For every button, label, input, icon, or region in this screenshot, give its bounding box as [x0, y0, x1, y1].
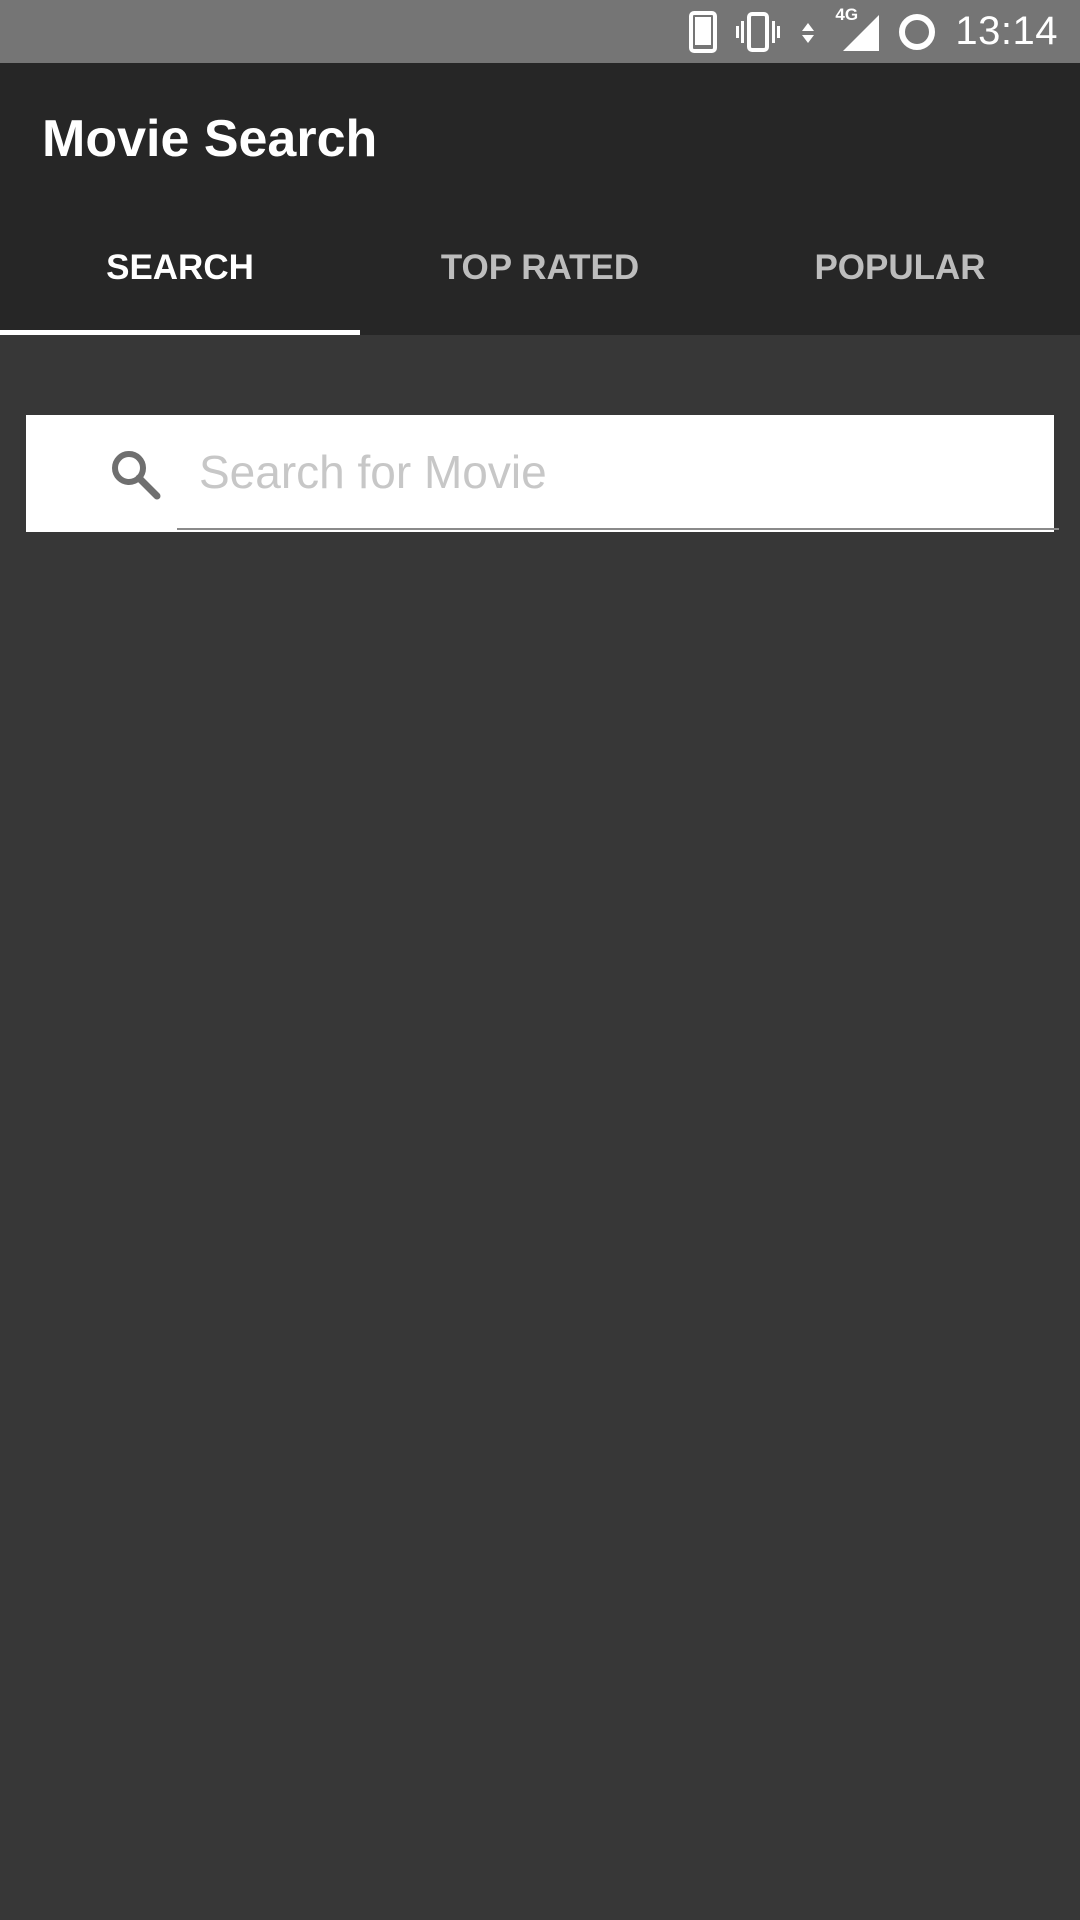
- page-title: Movie Search: [42, 110, 378, 168]
- tab-top-rated[interactable]: TOP RATED: [360, 200, 720, 335]
- phone-icon: [689, 10, 718, 53]
- search-page-content: [0, 335, 1080, 1920]
- status-icons: 4G 13:14: [689, 0, 1058, 63]
- clock: 13:14: [955, 9, 1058, 53]
- tab-search[interactable]: SEARCH: [0, 200, 360, 335]
- signal-icon: 4G: [835, 5, 880, 53]
- search-input-underline: [177, 528, 1059, 530]
- sync-icon: [897, 12, 937, 52]
- vibrate-icon: [735, 11, 781, 53]
- tab-popular[interactable]: POPULAR: [720, 200, 1080, 335]
- status-bar: 4G 13:14: [0, 0, 1080, 63]
- app-bar: Movie Search SEARCH TOP RATED POPULAR: [0, 63, 1080, 335]
- search-icon: [108, 447, 162, 501]
- search-input[interactable]: [177, 415, 1059, 529]
- search-card: [26, 415, 1059, 532]
- tab-bar: SEARCH TOP RATED POPULAR: [0, 200, 1080, 335]
- data-arrows-icon: [799, 11, 817, 53]
